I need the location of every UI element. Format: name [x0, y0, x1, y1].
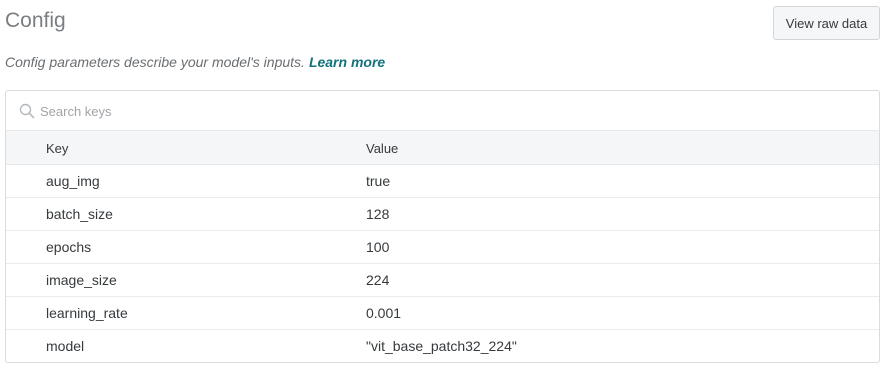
- table-row: learning_rate 0.001: [6, 297, 879, 330]
- config-page: Config View raw data Config parameters d…: [0, 0, 890, 372]
- row-key: aug_img: [46, 173, 100, 189]
- table-row: model "vit_base_patch32_224": [6, 330, 879, 362]
- table-row: epochs 100: [6, 231, 879, 264]
- row-value: 224: [366, 272, 390, 288]
- row-key: image_size: [46, 272, 117, 288]
- table-row: aug_img true: [6, 165, 879, 198]
- learn-more-link[interactable]: Learn more: [309, 54, 385, 70]
- search-bar: [6, 91, 879, 131]
- row-key: learning_rate: [46, 305, 128, 321]
- column-header-value[interactable]: Value: [366, 141, 398, 156]
- row-value: 100: [366, 239, 390, 255]
- row-value: "vit_base_patch32_224": [366, 338, 517, 354]
- config-table: Key Value aug_img true batch_size 128 ep…: [6, 131, 879, 362]
- search-keys-input[interactable]: [40, 99, 860, 123]
- view-raw-data-button[interactable]: View raw data: [773, 6, 880, 40]
- description-text: Config parameters describe your model's …: [5, 54, 305, 70]
- row-value: true: [366, 173, 391, 189]
- header: Config View raw data: [0, 0, 890, 48]
- row-key: epochs: [46, 239, 92, 255]
- row-value: 0.001: [366, 305, 402, 321]
- table-row: batch_size 128: [6, 198, 879, 231]
- page-title: Config: [5, 9, 66, 32]
- column-header-key[interactable]: Key: [46, 141, 68, 156]
- table-row: image_size 224: [6, 264, 879, 297]
- row-key: batch_size: [46, 206, 113, 222]
- config-table-panel: Key Value aug_img true batch_size 128 ep…: [5, 90, 880, 363]
- search-icon: [19, 103, 35, 119]
- row-value: 128: [366, 206, 390, 222]
- row-key: model: [46, 338, 85, 354]
- config-description: Config parameters describe your model's …: [5, 54, 385, 70]
- table-header: Key Value: [6, 131, 879, 165]
